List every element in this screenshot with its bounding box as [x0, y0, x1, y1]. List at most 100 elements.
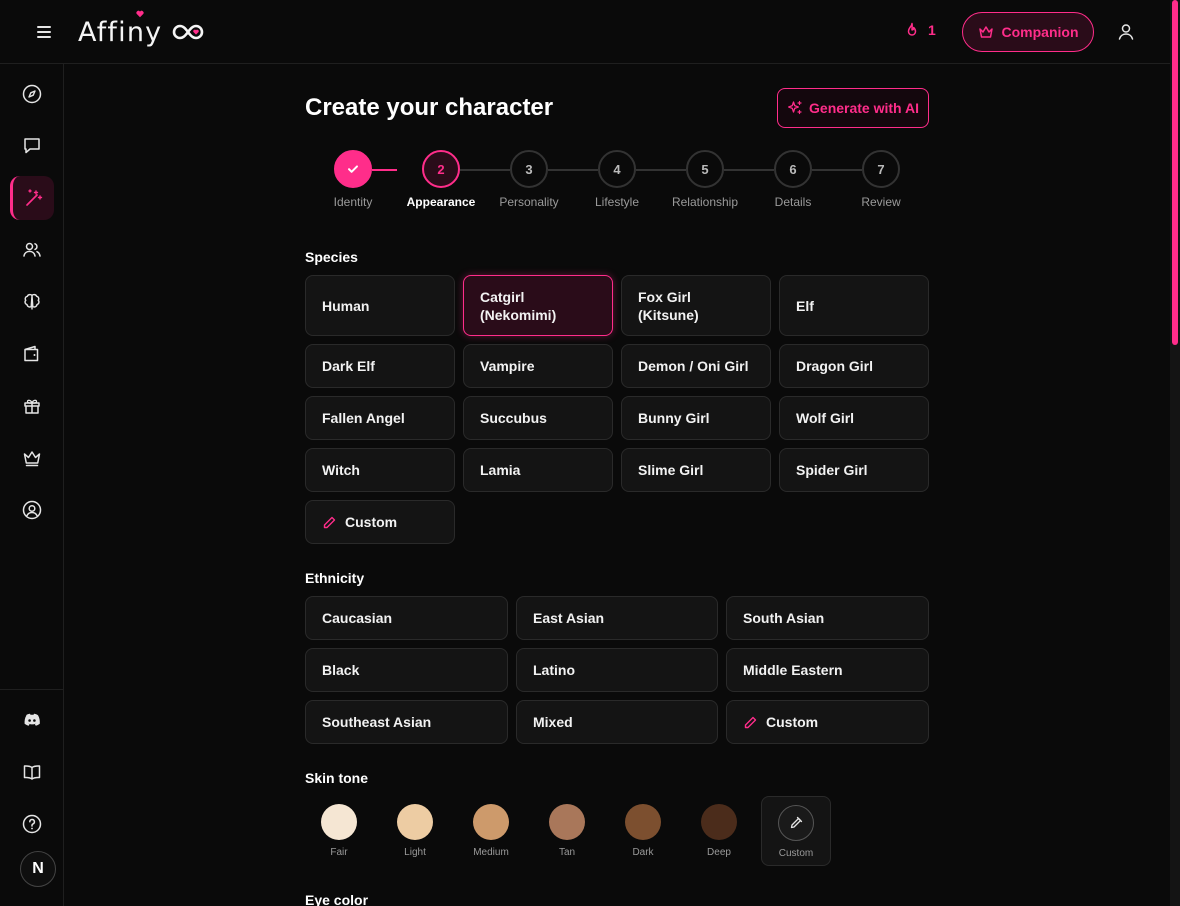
infinity-logo-icon	[173, 24, 204, 40]
species-option[interactable]: Elf	[779, 275, 929, 336]
generate-label: Generate with AI	[809, 100, 919, 116]
compass-icon[interactable]	[10, 72, 54, 116]
skin-swatch	[701, 804, 737, 840]
streak-count: 1	[928, 22, 936, 38]
step-identity[interactable]: Identity	[309, 150, 397, 209]
species-option[interactable]: Witch	[305, 448, 455, 492]
step-number: 2	[422, 150, 460, 188]
ethnicity-option[interactable]: Southeast Asian	[305, 700, 508, 744]
species-option[interactable]: Bunny Girl	[621, 396, 771, 440]
ethnicity-option[interactable]: Latino	[516, 648, 718, 692]
flame-icon	[907, 22, 917, 36]
logo[interactable]: Affiny	[78, 10, 206, 50]
ethnicity-heading: Ethnicity	[305, 570, 365, 586]
book-icon[interactable]	[10, 750, 54, 794]
species-custom-button[interactable]: Custom	[305, 500, 455, 544]
users-icon[interactable]	[10, 228, 54, 272]
skin-tone-medium[interactable]: Medium	[456, 796, 526, 866]
page-scrollbar[interactable]	[1170, 0, 1180, 906]
ethnicity-option[interactable]: East Asian	[516, 596, 718, 640]
skin-tone-label: Medium	[473, 847, 509, 858]
species-option[interactable]: Fallen Angel	[305, 396, 455, 440]
wallet-icon[interactable]	[10, 332, 54, 376]
skin-tone-label: Custom	[778, 848, 814, 859]
skin-tone-heading: Skin tone	[305, 770, 369, 786]
species-option[interactable]: Lamia	[463, 448, 613, 492]
top-bar: Affiny 1 Companion	[0, 0, 1170, 64]
ethnicity-option[interactable]: Middle Eastern	[726, 648, 929, 692]
skin-tone-fair[interactable]: Fair	[304, 796, 374, 866]
discord-icon[interactable]	[10, 698, 54, 742]
species-option[interactable]: Vampire	[463, 344, 613, 388]
brain-icon[interactable]	[10, 280, 54, 324]
skin-tone-label: Light	[404, 847, 426, 858]
account-user-icon[interactable]	[1114, 20, 1138, 44]
species-option[interactable]: Fox Girl (Kitsune)	[621, 275, 771, 336]
chat-icon[interactable]	[10, 124, 54, 168]
skin-tone-tan[interactable]: Tan	[532, 796, 602, 866]
step-personality[interactable]: 3 Personality	[485, 150, 573, 209]
skin-swatch	[473, 804, 509, 840]
skin-tone-custom-button[interactable]: Custom	[761, 796, 831, 866]
page-title: Create your character	[305, 94, 554, 121]
user-circle-icon[interactable]	[10, 488, 54, 532]
step-details[interactable]: 6 Details	[749, 150, 837, 209]
species-option-selected[interactable]: Catgirl (Nekomimi)	[463, 275, 613, 336]
step-label: Appearance	[406, 195, 476, 209]
species-option[interactable]: Succubus	[463, 396, 613, 440]
step-relationship[interactable]: 5 Relationship	[661, 150, 749, 209]
step-lifestyle[interactable]: 4 Lifestyle	[573, 150, 661, 209]
step-label: Lifestyle	[594, 195, 640, 209]
species-option[interactable]: Spider Girl	[779, 448, 929, 492]
step-number: 6	[774, 150, 812, 188]
step-review[interactable]: 7 Review	[837, 150, 925, 209]
skin-swatch	[625, 804, 661, 840]
species-option[interactable]: Human	[305, 275, 455, 336]
avatar-initial: N	[32, 860, 44, 877]
scrollbar-thumb[interactable]	[1172, 0, 1178, 345]
streak-counter[interactable]: 1	[904, 22, 936, 38]
ethnicity-option[interactable]: Black	[305, 648, 508, 692]
skin-tone-label: Fair	[330, 847, 348, 858]
help-icon[interactable]	[10, 802, 54, 846]
ethnicity-option[interactable]: South Asian	[726, 596, 929, 640]
step-label: Personality	[499, 195, 559, 209]
skin-tone-label: Tan	[558, 847, 576, 858]
ethnicity-custom-button[interactable]: Custom	[726, 700, 929, 744]
step-appearance[interactable]: 2 Appearance	[397, 150, 485, 209]
species-option[interactable]: Dark Elf	[305, 344, 455, 388]
step-label: Details	[774, 195, 812, 209]
crown-icon[interactable]	[10, 436, 54, 480]
species-option[interactable]: Wolf Girl	[779, 396, 929, 440]
pencil-icon	[743, 715, 758, 730]
species-option[interactable]: Dragon Girl	[779, 344, 929, 388]
skin-tone-deep[interactable]: Deep	[684, 796, 754, 866]
species-option[interactable]: Slime Girl	[621, 448, 771, 492]
ethnicity-option[interactable]: Caucasian	[305, 596, 508, 640]
skin-tone-dark[interactable]: Dark	[608, 796, 678, 866]
step-number: 4	[598, 150, 636, 188]
logo-text: Affiny	[78, 16, 163, 48]
step-number: 7	[862, 150, 900, 188]
skin-swatch	[321, 804, 357, 840]
species-option[interactable]: Demon / Oni Girl	[621, 344, 771, 388]
gift-icon[interactable]	[10, 384, 54, 428]
ethnicity-option[interactable]: Mixed	[516, 700, 718, 744]
crown-icon	[978, 26, 993, 38]
skin-tone-light[interactable]: Light	[380, 796, 450, 866]
generate-with-ai-button[interactable]: Generate with AI	[777, 88, 929, 128]
step-label: Review	[861, 195, 901, 209]
pencil-icon	[322, 515, 337, 530]
magic-wand-icon[interactable]	[10, 176, 54, 220]
sidebar-divider	[0, 689, 63, 690]
species-heading: Species	[305, 249, 358, 265]
custom-label: Custom	[345, 514, 398, 530]
companion-button[interactable]: Companion	[962, 12, 1094, 52]
avatar[interactable]: N	[20, 851, 56, 887]
step-number: 3	[510, 150, 548, 188]
sidebar: N	[0, 64, 64, 906]
skin-swatch	[549, 804, 585, 840]
skin-swatch	[397, 804, 433, 840]
eyedropper-icon	[778, 805, 814, 841]
hamburger-menu-icon[interactable]	[30, 22, 58, 42]
